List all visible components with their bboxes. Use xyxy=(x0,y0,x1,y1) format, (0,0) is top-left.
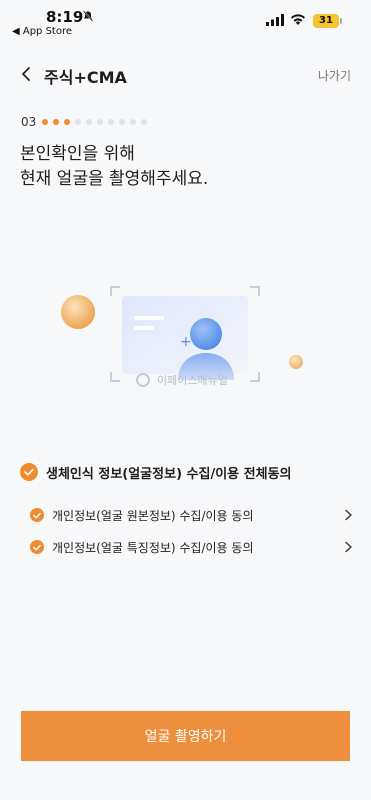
step-dot xyxy=(141,119,148,125)
step-dot xyxy=(53,119,60,125)
wifi-icon xyxy=(291,14,305,25)
chevron-left-icon xyxy=(22,67,30,81)
back-button[interactable] xyxy=(14,62,38,86)
consent-all-label: 생체인식 정보(얼굴정보) 수집/이용 전체동의 xyxy=(46,466,292,482)
step-dot xyxy=(130,119,137,125)
step-dot xyxy=(86,119,93,125)
decor-orb-large xyxy=(61,295,95,329)
step-dot xyxy=(75,119,82,125)
consent-all-checkbox[interactable]: 생체인식 정보(얼굴정보) 수집/이용 전체동의 xyxy=(20,460,351,484)
face-head xyxy=(190,318,222,350)
status-bar: 8:19 ◀ App Store 31 xyxy=(0,0,371,40)
check-circle-icon xyxy=(30,540,44,554)
decor-orb-small xyxy=(289,355,303,369)
back-to-app-store-link[interactable]: ◀ App Store xyxy=(12,26,72,37)
consent-item-label: 개인정보(얼굴 원본정보) 수집/이용 동의 xyxy=(52,508,254,523)
chevron-right-icon[interactable] xyxy=(343,509,353,521)
step-dots xyxy=(42,119,152,125)
step-dot xyxy=(97,119,104,125)
check-circle-icon xyxy=(20,463,38,481)
chevron-right-icon[interactable] xyxy=(343,541,353,553)
battery-tip xyxy=(340,18,342,24)
page-title: 주식+CMA xyxy=(44,68,127,87)
status-time: 8:19 xyxy=(46,8,84,26)
top-nav: 주식+CMA 나가기 xyxy=(0,58,371,92)
capture-face-button[interactable]: 얼굴 촬영하기 xyxy=(21,711,350,761)
consent-item-original[interactable]: 개인정보(얼굴 원본정보) 수집/이용 동의 xyxy=(30,503,353,527)
consent-item-label: 개인정보(얼굴 특징정보) 수집/이용 동의 xyxy=(52,540,254,555)
step-number: 03 xyxy=(21,115,37,129)
exit-button[interactable]: 나가기 xyxy=(318,67,351,84)
check-circle-icon xyxy=(30,508,44,522)
step-indicator: 03 xyxy=(21,115,152,129)
instruction-line: 본인확인을 위해 xyxy=(20,144,135,164)
step-dot xyxy=(108,119,115,125)
consent-item-feature[interactable]: 개인정보(얼굴 특징정보) 수집/이용 동의 xyxy=(30,535,353,559)
step-dot xyxy=(119,119,126,125)
svg-text:+: + xyxy=(180,334,192,350)
step-dot xyxy=(42,119,49,125)
instruction-line: 현재 얼굴을 촬영해주세요. xyxy=(20,169,209,189)
instruction-title: 본인확인을 위해 현재 얼굴을 촬영해주세요. xyxy=(20,142,208,192)
step-dot xyxy=(64,119,71,125)
battery-indicator: 31 xyxy=(313,14,339,28)
signal-icon xyxy=(266,14,284,26)
face-capture-illustration: + 이페이스매뉴얼 xyxy=(61,286,303,387)
watermark-text: 이페이스매뉴얼 xyxy=(157,373,228,387)
watermark-logo xyxy=(136,373,150,387)
bell-off-icon xyxy=(82,10,94,22)
